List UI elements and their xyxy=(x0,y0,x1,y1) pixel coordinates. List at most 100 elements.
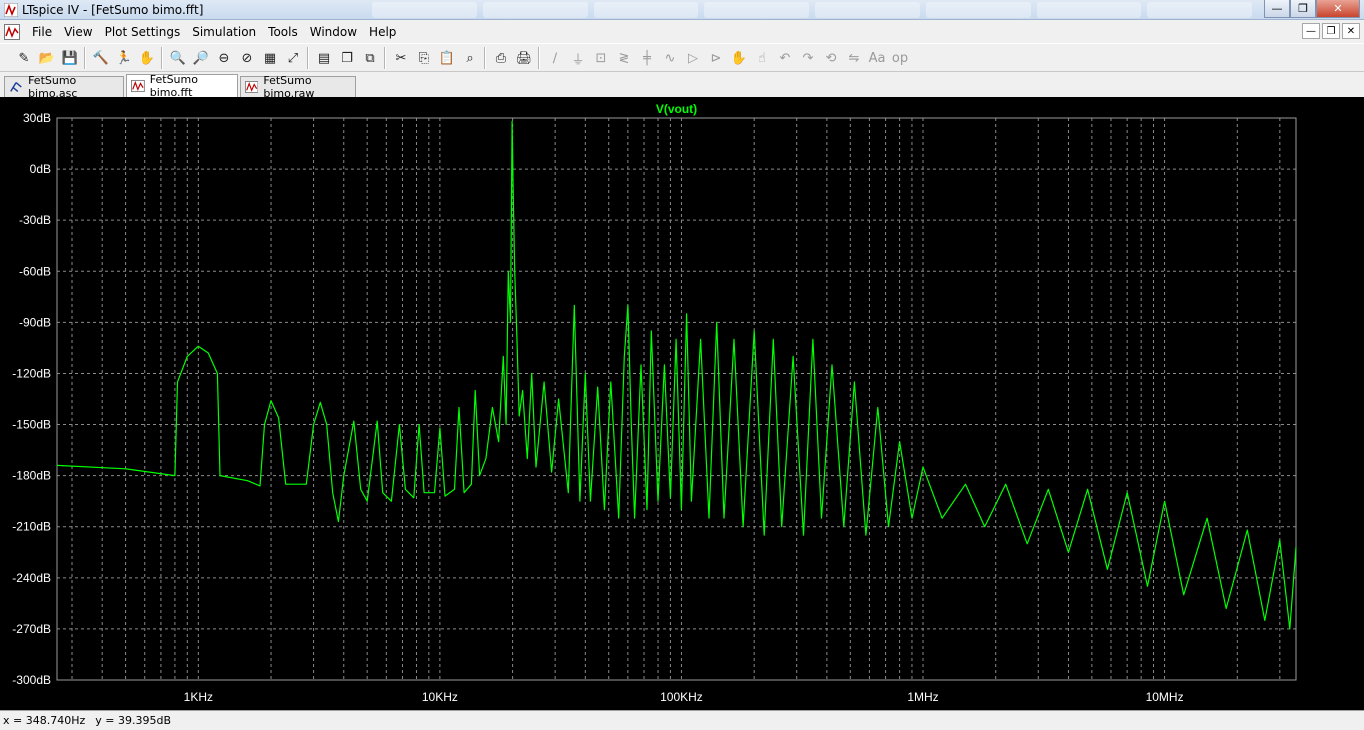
zoom-full-icon[interactable]: ⊖ xyxy=(214,48,234,68)
menu-file[interactable]: File xyxy=(26,25,58,39)
control-panel-icon[interactable]: 🔨 xyxy=(91,48,111,68)
run-icon[interactable]: 🏃 xyxy=(114,48,134,68)
y-tick-label: -180dB xyxy=(12,469,51,483)
x-tick-label: 1MHz xyxy=(907,690,938,704)
print-setup-icon[interactable]: ⎙ xyxy=(491,48,511,68)
document-waveform-icon[interactable] xyxy=(4,23,20,40)
autorange-icon[interactable]: ▦ xyxy=(260,48,280,68)
x-tick-label: 10KHz xyxy=(422,690,458,704)
zoom-cancel-icon[interactable]: ⊘ xyxy=(237,48,257,68)
fft-plot[interactable]: 30dB 0dB -30dB -60dB -90dB -120dB -150dB -180dB… xyxy=(0,97,1364,710)
document-tabs: FetSumo bimo.asc FetSumo bimo.fft FetSum… xyxy=(0,73,1364,100)
title-bar: LTspice IV - [FetSumo bimo.fft] — ❐ ✕ xyxy=(0,0,1364,20)
y-tick-label: -240dB xyxy=(12,571,51,585)
trace-layer xyxy=(56,120,1297,630)
y-tick-label: -120dB xyxy=(12,366,51,380)
open-icon[interactable]: 📂 xyxy=(37,48,57,68)
toolbar-separator xyxy=(484,47,485,69)
close-button[interactable]: ✕ xyxy=(1316,0,1360,18)
toolbar-separator xyxy=(307,47,308,69)
cascade-icon[interactable]: ❐ xyxy=(337,48,357,68)
ground-icon[interactable]: ⏚ xyxy=(568,48,588,68)
toolbar-separator xyxy=(84,47,85,69)
drag-icon[interactable]: ☝ xyxy=(752,48,772,68)
pan-icon[interactable]: ✋ xyxy=(137,48,157,68)
spice-directive-icon[interactable]: op xyxy=(890,48,910,68)
tab-fetsumo-asc[interactable]: FetSumo bimo.asc xyxy=(4,74,124,100)
y-tick-label: -300dB xyxy=(12,673,51,687)
label-icon[interactable]: ⊡ xyxy=(591,48,611,68)
mdi-minimize-button[interactable]: — xyxy=(1302,23,1320,39)
tab-fetsumo-fft[interactable]: FetSumo bimo.fft xyxy=(126,73,238,99)
zoom-in-icon[interactable]: 🔍 xyxy=(168,48,188,68)
y-tick-label: -270dB xyxy=(12,622,51,636)
y-tick-label: -90dB xyxy=(19,315,51,329)
mdi-restore-button[interactable]: ❐ xyxy=(1322,23,1340,39)
menu-plot-settings[interactable]: Plot Settings xyxy=(99,25,187,39)
minimize-button[interactable]: — xyxy=(1264,0,1290,18)
x-tick-label: 100KHz xyxy=(660,690,703,704)
toolbar: ✎ 📂 💾 🔨 🏃 ✋ 🔍 🔎 ⊖ ⊘ ▦ ⤢ ▤ ❐ ⧉ ✂ ⎘ 📋 ⌕ ⎙ 🖨 ∕ ⏚ ⊡ ≷ ╪ ∿ ▷ ⊳ ✋ ☝ ↶ ↷ ⟲ ⇋ Aa op xyxy=(0,43,1364,72)
undo-icon[interactable]: ↶ xyxy=(775,48,795,68)
capacitor-icon[interactable]: ╪ xyxy=(637,48,657,68)
diode-icon[interactable]: ▷ xyxy=(683,48,703,68)
restore-button[interactable]: ❐ xyxy=(1290,0,1316,18)
menu-window[interactable]: Window xyxy=(304,25,363,39)
waveform-icon xyxy=(245,81,259,93)
mdi-close-button[interactable]: ✕ xyxy=(1342,23,1360,39)
y-tick-label: -150dB xyxy=(12,418,51,432)
schematic-icon xyxy=(10,82,22,92)
move-icon[interactable]: ✋ xyxy=(729,48,749,68)
fft-trace xyxy=(56,120,1297,630)
window-controls: — ❐ ✕ xyxy=(1264,0,1360,18)
cut-icon[interactable]: ✂ xyxy=(391,48,411,68)
y-tick-label: -60dB xyxy=(19,264,51,278)
menu-tools[interactable]: Tools xyxy=(262,25,304,39)
window-title: LTspice IV - [FetSumo bimo.fft] xyxy=(22,2,204,17)
menu-simulation[interactable]: Simulation xyxy=(186,25,262,39)
y-tick-label: -210dB xyxy=(12,520,51,534)
inductor-icon[interactable]: ∿ xyxy=(660,48,680,68)
paste-icon[interactable]: 📋 xyxy=(437,48,457,68)
toolbar-separator xyxy=(538,47,539,69)
cursor-x-readout: x = 348.740Hz xyxy=(3,714,86,727)
save-icon[interactable]: 💾 xyxy=(60,48,80,68)
zoom-fit-icon[interactable]: ⤢ xyxy=(283,48,303,68)
new-schematic-icon[interactable]: ✎ xyxy=(14,48,34,68)
x-tick-label: 1KHz xyxy=(184,690,213,704)
background-taskbar-ghost xyxy=(372,2,1252,18)
trace-title[interactable]: V(vout) xyxy=(656,102,697,116)
toolbar-separator xyxy=(161,47,162,69)
component-icon[interactable]: ⊳ xyxy=(706,48,726,68)
zoom-out-icon[interactable]: 🔎 xyxy=(191,48,211,68)
waveform-icon xyxy=(131,79,145,93)
tab-fetsumo-raw[interactable]: FetSumo bimo.raw xyxy=(240,74,356,100)
mirror-icon[interactable]: ⇋ xyxy=(844,48,864,68)
status-bar: x = 348.740Hz y = 39.395dB xyxy=(0,710,1364,730)
tab-label: FetSumo bimo.fft xyxy=(149,73,198,99)
redo-icon[interactable]: ↷ xyxy=(798,48,818,68)
find-icon[interactable]: ⌕ xyxy=(460,48,480,68)
resistor-icon[interactable]: ≷ xyxy=(614,48,634,68)
menu-bar: File View Plot Settings Simulation Tools… xyxy=(0,20,1364,43)
plot-frame xyxy=(56,117,1297,681)
close-all-icon[interactable]: ⧉ xyxy=(360,48,380,68)
rotate-icon[interactable]: ⟲ xyxy=(821,48,841,68)
cursor-y-readout: y = 39.395dB xyxy=(95,714,172,727)
waveform-viewer[interactable]: 30dB 0dB -30dB -60dB -90dB -120dB -150dB -180dB… xyxy=(0,97,1364,710)
ltspice-app-icon xyxy=(4,2,18,17)
y-tick-label: 30dB xyxy=(23,111,51,125)
menu-help[interactable]: Help xyxy=(363,25,402,39)
tile-horizontal-icon[interactable]: ▤ xyxy=(314,48,334,68)
y-tick-label: -30dB xyxy=(19,213,51,227)
text-icon[interactable]: Aa xyxy=(867,48,887,68)
menu-view[interactable]: View xyxy=(58,25,98,39)
plot-grid xyxy=(57,117,1296,681)
y-tick-label: 0dB xyxy=(30,162,51,176)
wire-icon[interactable]: ∕ xyxy=(545,48,565,68)
mdi-controls: — ❐ ✕ xyxy=(1302,23,1360,39)
print-icon[interactable]: 🖨 xyxy=(514,48,534,68)
copy-icon[interactable]: ⎘ xyxy=(414,48,434,68)
x-tick-label: 10MHz xyxy=(1146,690,1184,704)
toolbar-separator xyxy=(384,47,385,69)
